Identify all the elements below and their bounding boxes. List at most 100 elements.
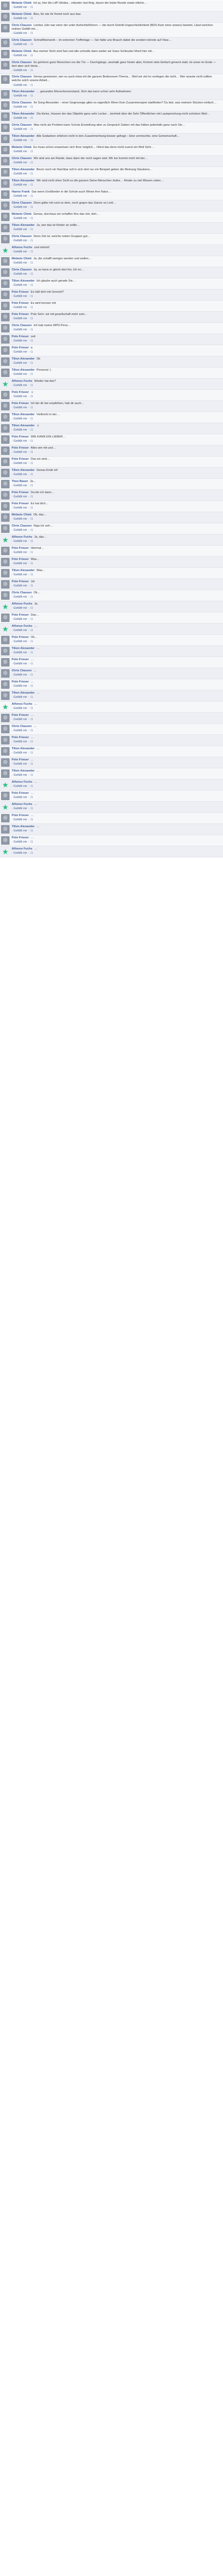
author-link[interactable]: Alfonso Fuchs (12, 625, 32, 628)
like-link[interactable]: · Gefällt mir · ↑1 (12, 239, 33, 242)
author-link[interactable]: Melanie Chiek (12, 513, 31, 516)
author-link[interactable]: Polo Frieser (12, 402, 29, 405)
like-link[interactable]: · Gefällt mir · ↑1 (12, 573, 33, 576)
author-link[interactable]: Alfonso Fuchs (12, 847, 32, 851)
author-link[interactable]: Alfonso Fuchs (12, 781, 32, 784)
author-link[interactable]: Tilion Alexander (12, 769, 35, 773)
avatar[interactable] (1, 234, 10, 243)
avatar[interactable] (1, 279, 10, 288)
like-link[interactable]: · Gefällt mir · ↑1 (12, 306, 33, 309)
like-link[interactable]: · Gefällt mir · ↑1 (12, 662, 33, 665)
like-link[interactable]: · Gefällt mir · ↑1 (12, 69, 33, 72)
like-link[interactable]: · Gefällt mir · ↑1 (12, 707, 33, 710)
like-link[interactable]: · Gefällt mir · ↑1 (12, 261, 33, 265)
avatar[interactable] (1, 156, 10, 165)
author-link[interactable]: Polo Frieser (12, 547, 29, 550)
author-link[interactable]: Tilion Alexander (12, 647, 35, 650)
like-link[interactable]: · Gefällt mir · ↑1 (12, 818, 33, 821)
star-icon[interactable]: ★ (1, 380, 10, 388)
author-link[interactable]: Chris Clausen (12, 524, 32, 528)
avatar[interactable] (1, 190, 10, 199)
like-link[interactable]: · Gefällt mir · ↑1 (12, 595, 33, 599)
like-link[interactable]: · Gefällt mir · ↑1 (12, 195, 33, 198)
avatar[interactable] (1, 747, 10, 756)
author-link[interactable]: Polo Frieser (12, 491, 29, 494)
author-link[interactable]: Chris Clausen (12, 324, 32, 327)
author-link[interactable]: Alfonso Fuchs (12, 703, 32, 706)
avatar[interactable] (1, 134, 10, 143)
avatar[interactable] (1, 168, 10, 177)
like-link[interactable]: · Gefällt mir · ↑1 (12, 150, 33, 153)
like-link[interactable]: · Gefällt mir · ↑1 (12, 440, 33, 443)
avatar[interactable] (1, 557, 10, 566)
author-link[interactable]: Alfonso Fuchs (12, 536, 32, 539)
like-link[interactable]: · Gefällt mir · ↑1 (12, 128, 33, 131)
author-link[interactable]: Tilion Alexander (12, 469, 35, 472)
author-link[interactable]: Chris Clausen (12, 124, 32, 127)
like-link[interactable]: · Gefällt mir · ↑1 (12, 250, 33, 253)
avatar[interactable] (1, 301, 10, 310)
author-link[interactable]: Polo Frieser (12, 580, 29, 583)
like-link[interactable]: · Gefällt mir · ↑1 (12, 774, 33, 777)
like-link[interactable]: · Gefällt mir · ↑1 (12, 462, 33, 465)
like-link[interactable]: · Gefällt mir · ↑1 (12, 228, 33, 231)
like-link[interactable]: · Gefällt mir · ↑1 (12, 651, 33, 654)
avatar[interactable] (1, 669, 10, 678)
avatar[interactable] (1, 49, 10, 58)
avatar[interactable] (1, 713, 10, 722)
star-icon[interactable]: ★ (1, 536, 10, 544)
author-link[interactable]: Chris Clausen (12, 24, 32, 27)
avatar[interactable] (1, 435, 10, 444)
avatar[interactable] (1, 658, 10, 667)
like-link[interactable]: · Gefällt mir · ↑1 (12, 117, 33, 120)
avatar[interactable] (1, 145, 10, 154)
author-link[interactable]: Alfonso Fuchs (12, 246, 32, 249)
avatar[interactable] (1, 691, 10, 700)
avatar[interactable] (1, 101, 10, 110)
like-link[interactable]: · Gefällt mir · ↑1 (12, 362, 33, 365)
avatar[interactable] (1, 680, 10, 689)
author-link[interactable]: Chris Clausen (12, 39, 32, 42)
like-link[interactable]: · Gefällt mir · ↑1 (12, 852, 33, 855)
author-link[interactable]: Tilion Alexander (12, 179, 35, 182)
like-link[interactable]: · Gefällt mir · ↑1 (12, 206, 33, 209)
author-link[interactable]: Melanie Chiek (12, 2, 31, 5)
avatar[interactable] (1, 75, 10, 84)
avatar[interactable] (1, 813, 10, 822)
author-link[interactable]: Hanns Frank (12, 190, 30, 194)
like-link[interactable]: · Gefällt mir · ↑1 (12, 729, 33, 732)
like-link[interactable]: · Gefällt mir · ↑1 (12, 172, 33, 176)
like-link[interactable]: · Gefällt mir · ↑1 (12, 295, 33, 298)
author-link[interactable]: Tilion Alexander (12, 691, 35, 695)
like-link[interactable]: · Gefällt mir · ↑1 (12, 384, 33, 387)
like-link[interactable]: · Gefällt mir · ↑1 (12, 428, 33, 432)
avatar[interactable] (1, 38, 10, 47)
avatar[interactable] (1, 580, 10, 589)
like-link[interactable]: · Gefällt mir · ↑1 (12, 339, 33, 343)
like-link[interactable]: · Gefällt mir · ↑1 (12, 540, 33, 543)
author-link[interactable]: Chris Clausen (12, 157, 32, 160)
like-link[interactable]: · Gefällt mir · ↑1 (12, 106, 33, 109)
avatar[interactable] (1, 479, 10, 488)
like-link[interactable]: · Gefällt mir · ↑1 (12, 6, 33, 9)
like-link[interactable]: · Gefällt mir · ↑1 (12, 518, 33, 521)
like-link[interactable]: · Gefällt mir · ↑1 (12, 139, 33, 142)
avatar[interactable] (1, 90, 10, 99)
author-link[interactable]: Melanie Chiek (12, 213, 31, 216)
author-link[interactable]: Chris Clausen (12, 201, 32, 205)
author-link[interactable]: Tilion Alexander (12, 90, 35, 93)
like-link[interactable]: · Gefällt mir · ↑1 (12, 217, 33, 220)
avatar[interactable] (1, 123, 10, 132)
like-link[interactable]: · Gefällt mir · ↑1 (12, 618, 33, 621)
like-link[interactable]: · Gefällt mir · ↑1 (12, 529, 33, 532)
like-link[interactable]: · Gefällt mir · ↑1 (12, 607, 33, 610)
author-link[interactable]: Polo Frieser (12, 291, 29, 294)
avatar[interactable] (1, 825, 10, 834)
like-link[interactable]: · Gefällt mir · ↑1 (12, 183, 33, 187)
author-link[interactable]: Polo Frieser (12, 758, 29, 761)
avatar[interactable] (1, 424, 10, 433)
like-link[interactable]: · Gefällt mir · ↑1 (12, 54, 33, 57)
author-link[interactable]: Chris Clausen (12, 591, 32, 594)
avatar[interactable] (1, 724, 10, 733)
like-link[interactable]: · Gefällt mir · ↑1 (12, 373, 33, 376)
